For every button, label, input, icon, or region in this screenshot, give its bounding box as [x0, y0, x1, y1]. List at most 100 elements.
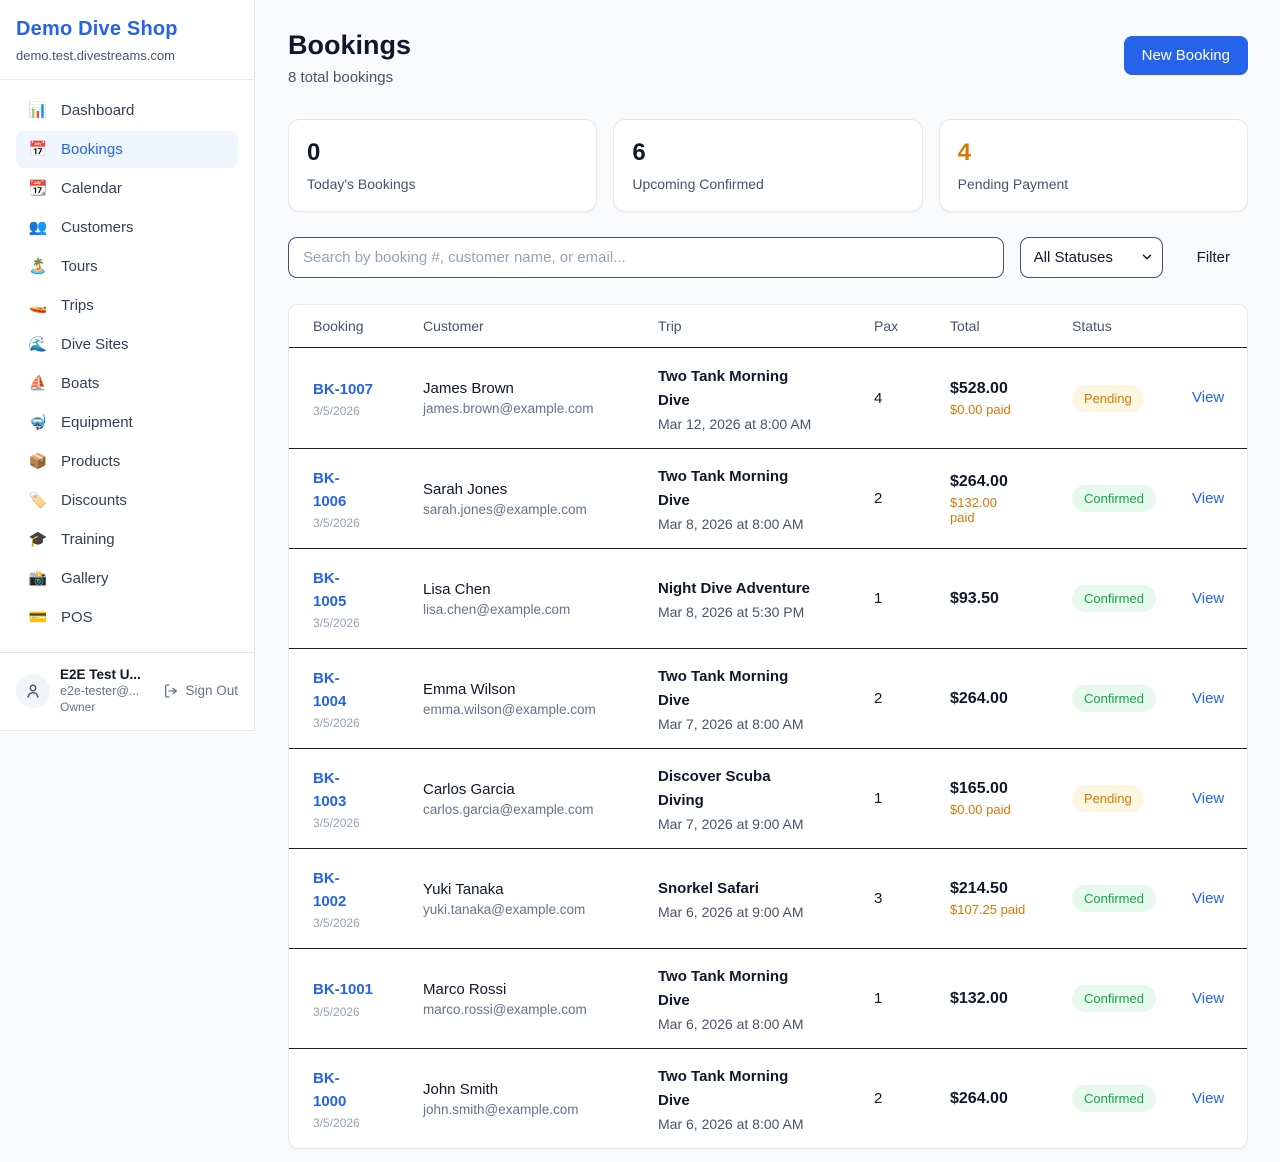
- status-filter-select[interactable]: All Statuses: [1020, 237, 1163, 278]
- total-amount: $264.00: [950, 1090, 1072, 1108]
- status-badge: Confirmed: [1072, 485, 1156, 512]
- sidebar-item-label: Bookings: [61, 141, 123, 158]
- tear-off-calendar-icon: 📆: [28, 181, 48, 196]
- person-icon: [24, 682, 42, 700]
- customer-email: john.smith@example.com: [423, 1102, 658, 1117]
- paid-amount: $0.00 paid: [950, 802, 1072, 817]
- sidebar-item-boats[interactable]: ⛵ Boats: [16, 365, 238, 402]
- user-role: Owner: [60, 700, 141, 714]
- sidebar-item-label: Products: [61, 453, 120, 470]
- page-header: Bookings 8 total bookings New Booking: [288, 30, 1248, 86]
- paid-amount: $0.00 paid: [950, 402, 1072, 417]
- customer-name: Sarah Jones: [423, 481, 658, 498]
- table-row: BK-1001 3/5/2026 Marco Rossi marco.rossi…: [289, 948, 1247, 1048]
- column-header-pax: Pax: [874, 318, 950, 334]
- column-header-total: Total: [950, 318, 1072, 334]
- booking-cell: BK-1003 3/5/2026: [313, 767, 423, 831]
- table-row: BK-1002 3/5/2026 Yuki Tanaka yuki.tanaka…: [289, 848, 1247, 948]
- total-cell: $264.00: [950, 1090, 1072, 1108]
- total-amount: $214.50: [950, 880, 1072, 898]
- total-cell: $214.50 $107.25 paid: [950, 880, 1072, 917]
- sidebar-item-label: Calendar: [61, 180, 122, 197]
- sidebar-item-products[interactable]: 📦 Products: [16, 443, 238, 480]
- user-email: e2e-tester@...: [60, 684, 141, 698]
- sidebar-item-pos[interactable]: 💳 POS: [16, 599, 238, 636]
- booking-date: 3/5/2026: [313, 716, 423, 730]
- sidebar-item-discounts[interactable]: 🏷️ Discounts: [16, 482, 238, 519]
- filter-button[interactable]: Filter: [1179, 249, 1248, 266]
- customer-email: marco.rossi@example.com: [423, 1002, 658, 1017]
- table-row: BK-1006 3/5/2026 Sarah Jones sarah.jones…: [289, 448, 1247, 548]
- sidebar-item-training[interactable]: 🎓 Training: [16, 521, 238, 558]
- status-cell: Confirmed: [1072, 1085, 1192, 1112]
- trip-datetime: Mar 6, 2026 at 8:00 AM: [658, 1116, 874, 1132]
- view-cell: View: [1192, 790, 1224, 808]
- sidebar-item-dashboard[interactable]: 📊 Dashboard: [16, 92, 238, 129]
- table-row: BK-1005 3/5/2026 Lisa Chen lisa.chen@exa…: [289, 548, 1247, 648]
- booking-number-link[interactable]: BK-1005: [313, 567, 346, 614]
- booking-number-link[interactable]: BK-1000: [313, 1067, 346, 1114]
- booking-number-link[interactable]: BK-1007: [313, 378, 373, 401]
- sidebar-item-bookings[interactable]: 📅 Bookings: [16, 131, 238, 168]
- wave-icon: 🌊: [28, 337, 48, 352]
- view-booking-link[interactable]: View: [1192, 490, 1224, 507]
- sidebar-item-label: POS: [61, 609, 93, 626]
- pax-count: 2: [874, 1090, 950, 1107]
- package-icon: 📦: [28, 454, 48, 469]
- status-badge: Confirmed: [1072, 1085, 1156, 1112]
- booking-cell: BK-1006 3/5/2026: [313, 467, 423, 531]
- logo-block: Demo Dive Shop demo.test.divestreams.com: [0, 0, 254, 80]
- trip-cell: Two Tank Morning Dive Mar 6, 2026 at 8:0…: [658, 1065, 874, 1132]
- view-booking-link[interactable]: View: [1192, 890, 1224, 907]
- trip-name: Snorkel Safari: [658, 877, 816, 901]
- view-booking-link[interactable]: View: [1192, 990, 1224, 1007]
- booking-cell: BK-1005 3/5/2026: [313, 567, 423, 631]
- booking-number-link[interactable]: BK-1002: [313, 867, 346, 914]
- sidebar-item-tours[interactable]: 🏝️ Tours: [16, 248, 238, 285]
- view-booking-link[interactable]: View: [1192, 790, 1224, 807]
- sidebar-item-gallery[interactable]: 📸 Gallery: [16, 560, 238, 597]
- sign-out-button[interactable]: Sign Out: [163, 683, 238, 699]
- sidebar-item-dive-sites[interactable]: 🌊 Dive Sites: [16, 326, 238, 363]
- trip-cell: Two Tank Morning Dive Mar 8, 2026 at 8:0…: [658, 465, 874, 532]
- paid-amount: $132.00 paid: [950, 495, 1010, 525]
- booking-number-link[interactable]: BK-1001: [313, 978, 373, 1001]
- customer-name: Emma Wilson: [423, 681, 658, 698]
- bar-chart-icon: 📊: [28, 103, 48, 118]
- view-booking-link[interactable]: View: [1192, 690, 1224, 707]
- total-amount: $93.50: [950, 590, 1072, 608]
- column-header-trip: Trip: [658, 318, 874, 334]
- booking-number-link[interactable]: BK-1006: [313, 467, 346, 514]
- calendar-icon: 📅: [28, 142, 48, 157]
- view-cell: View: [1192, 990, 1224, 1008]
- view-booking-link[interactable]: View: [1192, 389, 1224, 406]
- booking-number-link[interactable]: BK-1003: [313, 767, 346, 814]
- sidebar-item-calendar[interactable]: 📆 Calendar: [16, 170, 238, 207]
- view-booking-link[interactable]: View: [1192, 590, 1224, 607]
- total-cell: $132.00: [950, 990, 1072, 1008]
- customer-email: carlos.garcia@example.com: [423, 802, 658, 817]
- app-title[interactable]: Demo Dive Shop: [16, 18, 238, 41]
- booking-number-link[interactable]: BK-1004: [313, 667, 346, 714]
- view-cell: View: [1192, 1090, 1224, 1108]
- sidebar-item-equipment[interactable]: 🤿 Equipment: [16, 404, 238, 441]
- total-amount: $264.00: [950, 473, 1072, 491]
- sign-out-icon: [163, 683, 179, 699]
- table-row: BK-1000 3/5/2026 John Smith john.smith@e…: [289, 1048, 1247, 1148]
- trip-name: Night Dive Adventure: [658, 577, 816, 601]
- view-booking-link[interactable]: View: [1192, 1090, 1224, 1107]
- stat-value: 4: [958, 139, 1229, 167]
- page-subtitle: 8 total bookings: [288, 69, 411, 86]
- stat-card-upcoming-confirmed: 6 Upcoming Confirmed: [613, 119, 922, 212]
- bookings-table: BookingCustomerTripPaxTotalStatus BK-100…: [288, 304, 1248, 1149]
- total-amount: $132.00: [950, 990, 1072, 1008]
- sidebar-item-trips[interactable]: 🚤 Trips: [16, 287, 238, 324]
- search-input[interactable]: [288, 237, 1004, 278]
- pax-count: 2: [874, 690, 950, 707]
- status-cell: Confirmed: [1072, 585, 1192, 612]
- new-booking-button[interactable]: New Booking: [1124, 36, 1248, 75]
- total-cell: $165.00 $0.00 paid: [950, 780, 1072, 817]
- sidebar-item-customers[interactable]: 👥 Customers: [16, 209, 238, 246]
- sidebar-item-label: Dive Sites: [61, 336, 129, 353]
- status-badge: Confirmed: [1072, 885, 1156, 912]
